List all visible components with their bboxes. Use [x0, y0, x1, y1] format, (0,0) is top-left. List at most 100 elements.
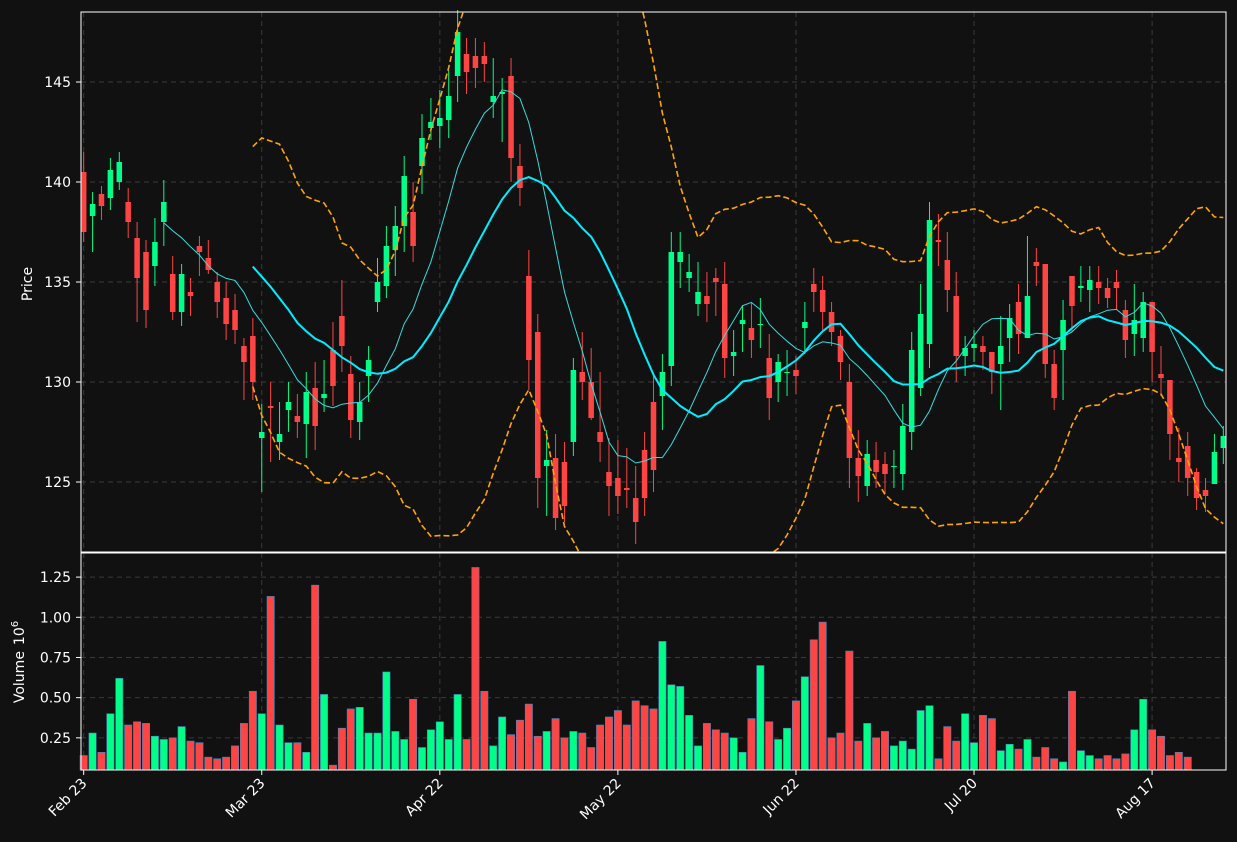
candle-body: [1033, 262, 1040, 266]
volume-bar: [106, 713, 115, 771]
volume-bar: [1076, 750, 1085, 771]
candle-body: [543, 460, 550, 466]
volume-bar: [667, 684, 676, 771]
candle-body: [704, 296, 710, 304]
candle-body: [161, 202, 167, 222]
volume-bar: [231, 745, 239, 771]
volume-bar: [622, 724, 631, 771]
volume-bar: [409, 698, 418, 771]
volume-bar: [150, 735, 159, 771]
candle-body: [1158, 374, 1164, 378]
candle-body: [686, 272, 692, 278]
candle-body: [196, 246, 203, 252]
candle-body: [339, 316, 345, 346]
volume-bar: [1085, 755, 1094, 771]
candle-body: [828, 312, 835, 332]
candle-body: [80, 172, 87, 232]
volume-bar: [827, 737, 836, 771]
volume-bar: [889, 745, 898, 771]
candle-body: [187, 292, 194, 296]
volume-bar: [631, 700, 640, 771]
candle-body: [695, 292, 701, 304]
candle-body: [1051, 364, 1057, 398]
candle-body: [348, 374, 354, 420]
volume-bar: [569, 731, 578, 771]
volume-bar: [124, 724, 133, 771]
volume-tick-label: 0.50: [40, 691, 71, 707]
candle-body: [953, 296, 959, 356]
candle-body: [445, 96, 452, 120]
volume-bar: [444, 739, 453, 771]
candle-body: [410, 212, 416, 246]
volume-bar: [943, 726, 952, 771]
candle-body: [971, 344, 977, 348]
volume-bar: [1041, 747, 1050, 771]
volume-bar: [1165, 755, 1174, 771]
candle-body: [757, 324, 764, 325]
volume-bar: [1148, 729, 1157, 771]
volume-axis-label-text: Volume: [12, 651, 28, 703]
candle-body: [1167, 380, 1173, 434]
volume-bar: [257, 713, 266, 771]
volume-bar: [373, 732, 382, 771]
volume-bar: [533, 735, 542, 771]
candle-body: [980, 346, 986, 352]
volume-bar: [453, 694, 462, 771]
volume-bar: [952, 740, 961, 771]
volume-bar: [1005, 743, 1014, 771]
price-tick-label: 140: [44, 175, 71, 191]
volume-bar: [213, 758, 222, 771]
volume-bar: [293, 742, 302, 771]
volume-bar: [925, 705, 934, 771]
price-tick-label: 125: [44, 475, 71, 491]
candle-body: [668, 252, 675, 366]
candle-body: [632, 498, 639, 522]
candle-body: [739, 320, 746, 324]
candle-body: [125, 202, 131, 222]
volume-bar: [1094, 758, 1103, 771]
candle-body: [1095, 282, 1102, 288]
volume-bar: [854, 740, 863, 771]
candle-body: [561, 462, 568, 506]
candle-body: [730, 352, 737, 356]
volume-bar: [266, 596, 275, 771]
candle-body: [276, 434, 283, 442]
candle-body: [303, 392, 310, 424]
candle-body: [615, 478, 621, 496]
candle-body: [713, 278, 719, 282]
candle-body: [748, 328, 755, 340]
volume-bar: [302, 752, 311, 771]
candle-body: [250, 336, 256, 382]
candle-body: [1078, 286, 1084, 288]
volume-bar: [694, 745, 702, 771]
volume-bar: [400, 739, 409, 771]
volume-bar: [498, 716, 507, 771]
volume-bar: [685, 715, 694, 771]
volume-bar: [836, 732, 845, 771]
candle-body: [1211, 452, 1218, 484]
candle-body: [152, 242, 158, 266]
candle-body: [908, 350, 915, 432]
candlestick-chart: 1251301351401450.250.500.751.001.25Feb 2…: [0, 0, 1237, 842]
volume-bar: [1014, 748, 1023, 771]
volume-bar: [195, 742, 204, 771]
volume-bar: [364, 732, 373, 771]
candle-body: [935, 240, 942, 242]
volume-bar: [649, 708, 658, 771]
volume-bar: [765, 721, 774, 771]
volume-bar: [239, 723, 248, 771]
volume-bar: [1130, 729, 1139, 771]
volume-bar: [1112, 758, 1121, 771]
candle-body: [374, 282, 381, 302]
volume-bar: [159, 739, 168, 771]
candle-body: [107, 170, 114, 198]
candle-body: [900, 426, 906, 474]
candle-body: [579, 372, 586, 382]
volume-bar: [489, 745, 498, 771]
candle-body: [1149, 302, 1155, 352]
volume-bar: [1174, 752, 1183, 771]
candle-body: [588, 382, 594, 418]
candle-body: [1015, 302, 1022, 334]
volume-bar: [426, 729, 435, 771]
candle-body: [1113, 282, 1120, 288]
